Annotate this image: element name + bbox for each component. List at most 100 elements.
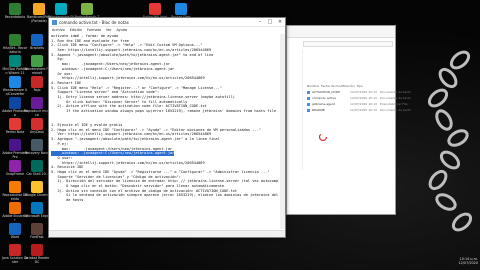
text-line: If the activation window always pops up(… (51, 109, 279, 114)
desktop-icon-label: AnyDesk (29, 130, 44, 134)
text-line-content: O usar: (51, 155, 73, 160)
text-line-content: 2. Click IDE menu "Configure" -> "Help" … (51, 43, 203, 48)
text-line-content: P.ej: (51, 141, 69, 146)
system-clock[interactable]: 10:14 p.m. 12/07/2020 (458, 257, 478, 265)
chain-wallpaper-graphic (427, 50, 473, 232)
file-row[interactable]: README 12/07/2020 10:13 Documento de texto (307, 108, 411, 112)
app-icon (31, 181, 43, 193)
app-icon (9, 181, 21, 193)
desktop-icon-label: Acrobat Reader DC (24, 256, 50, 264)
app-icon (31, 202, 43, 214)
text-line-content: 1. Run the IDE and evaluate for free (51, 38, 129, 43)
text-line-content: 5. Click IDE menu "Help" -> "Register...… (51, 85, 222, 90)
busy-cursor-icon (318, 132, 328, 142)
desktop-icon-label: Reproducir musica (24, 109, 50, 117)
app-icon (9, 223, 21, 235)
file-explorer-window[interactable]: Nombre Fecha de modificación Tipo ACTIVA… (286, 25, 411, 215)
desktop-icon-label: Google Chrome (24, 193, 50, 197)
menu-archivo[interactable]: Archivo (52, 28, 65, 32)
close-button[interactable]: × (275, 18, 285, 27)
explorer-column-headers: Nombre Fecha de modificación Tipo (307, 84, 363, 88)
file-date: 12/07/2020 10:13 (350, 108, 377, 112)
text-line-content: windows: -javaagent:C:/Users/neo/jetbrai… (51, 66, 175, 71)
menu-ver[interactable]: Ver (106, 28, 112, 32)
notepad-window[interactable]: comando active.txt - Bloc de notas – □ ×… (48, 17, 286, 238)
app-icon (31, 118, 43, 130)
text-line-content: Si la ventana de activación siempre apar… (51, 193, 279, 198)
file-row[interactable]: jetbrains-agent 12/07/2020 10:13 Executabl… (307, 102, 407, 106)
text-line-content: 5. Haga clic en el menú IDE "Ayuda" -> "… (51, 169, 270, 174)
app-icon (31, 76, 43, 88)
app-icon (9, 160, 21, 172)
column-header-type[interactable]: Tipo (356, 84, 362, 88)
explorer-navigation-pane[interactable] (287, 50, 303, 170)
file-name: README (312, 108, 325, 112)
app-icon (31, 97, 43, 109)
file-icon (307, 108, 310, 112)
column-header-date[interactable]: Fecha de modificación (321, 84, 355, 88)
file-icon (307, 102, 310, 106)
app-icon (9, 118, 21, 130)
menu-formato[interactable]: Formato (87, 28, 101, 32)
column-header-name[interactable]: Nombre (307, 84, 319, 88)
file-row[interactable]: comando active 12/07/2020 10:13 Documento … (307, 96, 411, 100)
text-line: de hosts (51, 198, 279, 203)
app-icon (9, 76, 21, 88)
desktop-icon-label: Rojo (33, 88, 41, 92)
text-line: Si la ventana de activación siempre apar… (51, 193, 279, 198)
desktop-icon[interactable]: Acrobat Reader DC (24, 244, 50, 270)
notepad-icon (52, 19, 57, 25)
desktop-icon-label: Cat Shell 20.. (26, 172, 48, 176)
text-line-content: 2. Haga clic en el menú IDE "Configurar"… (51, 127, 261, 132)
app-icon (31, 244, 43, 256)
file-date: 12/07/2020 10:13 (350, 102, 377, 106)
app-icon (31, 139, 43, 151)
file-name: jetbrains-agent (312, 102, 335, 106)
text-line-content: de hosts (51, 198, 84, 203)
text-line-content: 1. Ejecute el IDE y evalúe gratis (51, 123, 123, 128)
app-icon (175, 3, 187, 15)
text-line-content: Support "License server" and "Activation… (51, 90, 160, 95)
text-line-content: Or use: (51, 71, 73, 76)
text-line-content: https://intellij-support.jetbrains.com/h… (51, 160, 205, 165)
desktop-icon-label: Recovery Nova (25, 151, 49, 155)
text-line-content: 3. Agregue "-javaagent:/absolute/path/to… (51, 137, 220, 142)
app-icon (81, 3, 93, 15)
text-line-content: 4. Restart IDE (51, 80, 82, 85)
app-icon (31, 34, 43, 46)
file-icon (307, 90, 310, 94)
app-icon (33, 3, 45, 15)
notepad-status-bar (49, 230, 285, 237)
app-icon (9, 34, 21, 46)
app-icon (31, 55, 43, 67)
clock-date: 12/07/2020 (458, 261, 478, 265)
maximize-button[interactable]: □ (265, 18, 275, 27)
vertical-scrollbar[interactable] (280, 34, 285, 229)
desktop-icon-label: Brackets (30, 46, 44, 50)
notepad-title-bar[interactable]: comando active.txt - Bloc de notas – □ × (49, 18, 285, 27)
explorer-address-bar[interactable] (303, 41, 393, 47)
file-name: comando active (312, 96, 336, 100)
text-line-content: mac: -javaagent:/Users/neo/jetbrains-age… (51, 146, 173, 151)
app-icon (9, 55, 21, 67)
desktop-icon-label: FontFast (30, 235, 44, 239)
app-icon (149, 3, 161, 15)
text-line-content: 2). Active offline with the activation c… (51, 104, 207, 109)
minimize-button[interactable]: – (255, 18, 265, 27)
desktop-icon[interactable]: Recordatorio (2, 3, 28, 33)
text-line-content: mac: -javaagent:/Users/neo/jetbrains-age… (51, 62, 170, 67)
text-line-content: If the activation window always pops up(… (51, 109, 277, 113)
menu-edicion[interactable]: Edición (70, 28, 82, 32)
app-icon (9, 202, 21, 214)
notepad-text-area[interactable]: activate idm6 - forma: de ayuda 1. Run th… (51, 34, 279, 229)
menu-ayuda[interactable]: Ayuda (117, 28, 127, 32)
text-line-content: Or click button: "Discover Server" to fi… (51, 99, 188, 104)
file-row[interactable]: ACTIVATION_CODE 12/07/2020 10:13 Documento… (307, 90, 411, 94)
desktop-icon-label: Microsoft Edge (25, 214, 49, 218)
file-date: 12/07/2020 10:13 (350, 96, 377, 100)
text-line-content: 1). Dirección del servidor de licencia d… (51, 179, 279, 184)
text-line-content: O haga clic en el botón: "Descubrir serv… (51, 184, 225, 188)
file-date: 12/07/2020 10:13 (350, 90, 377, 94)
window-title: comando active.txt - Bloc de notas (59, 19, 129, 25)
text-line-content: Soporte "Servidor de licencias" y "Códig… (51, 174, 181, 179)
